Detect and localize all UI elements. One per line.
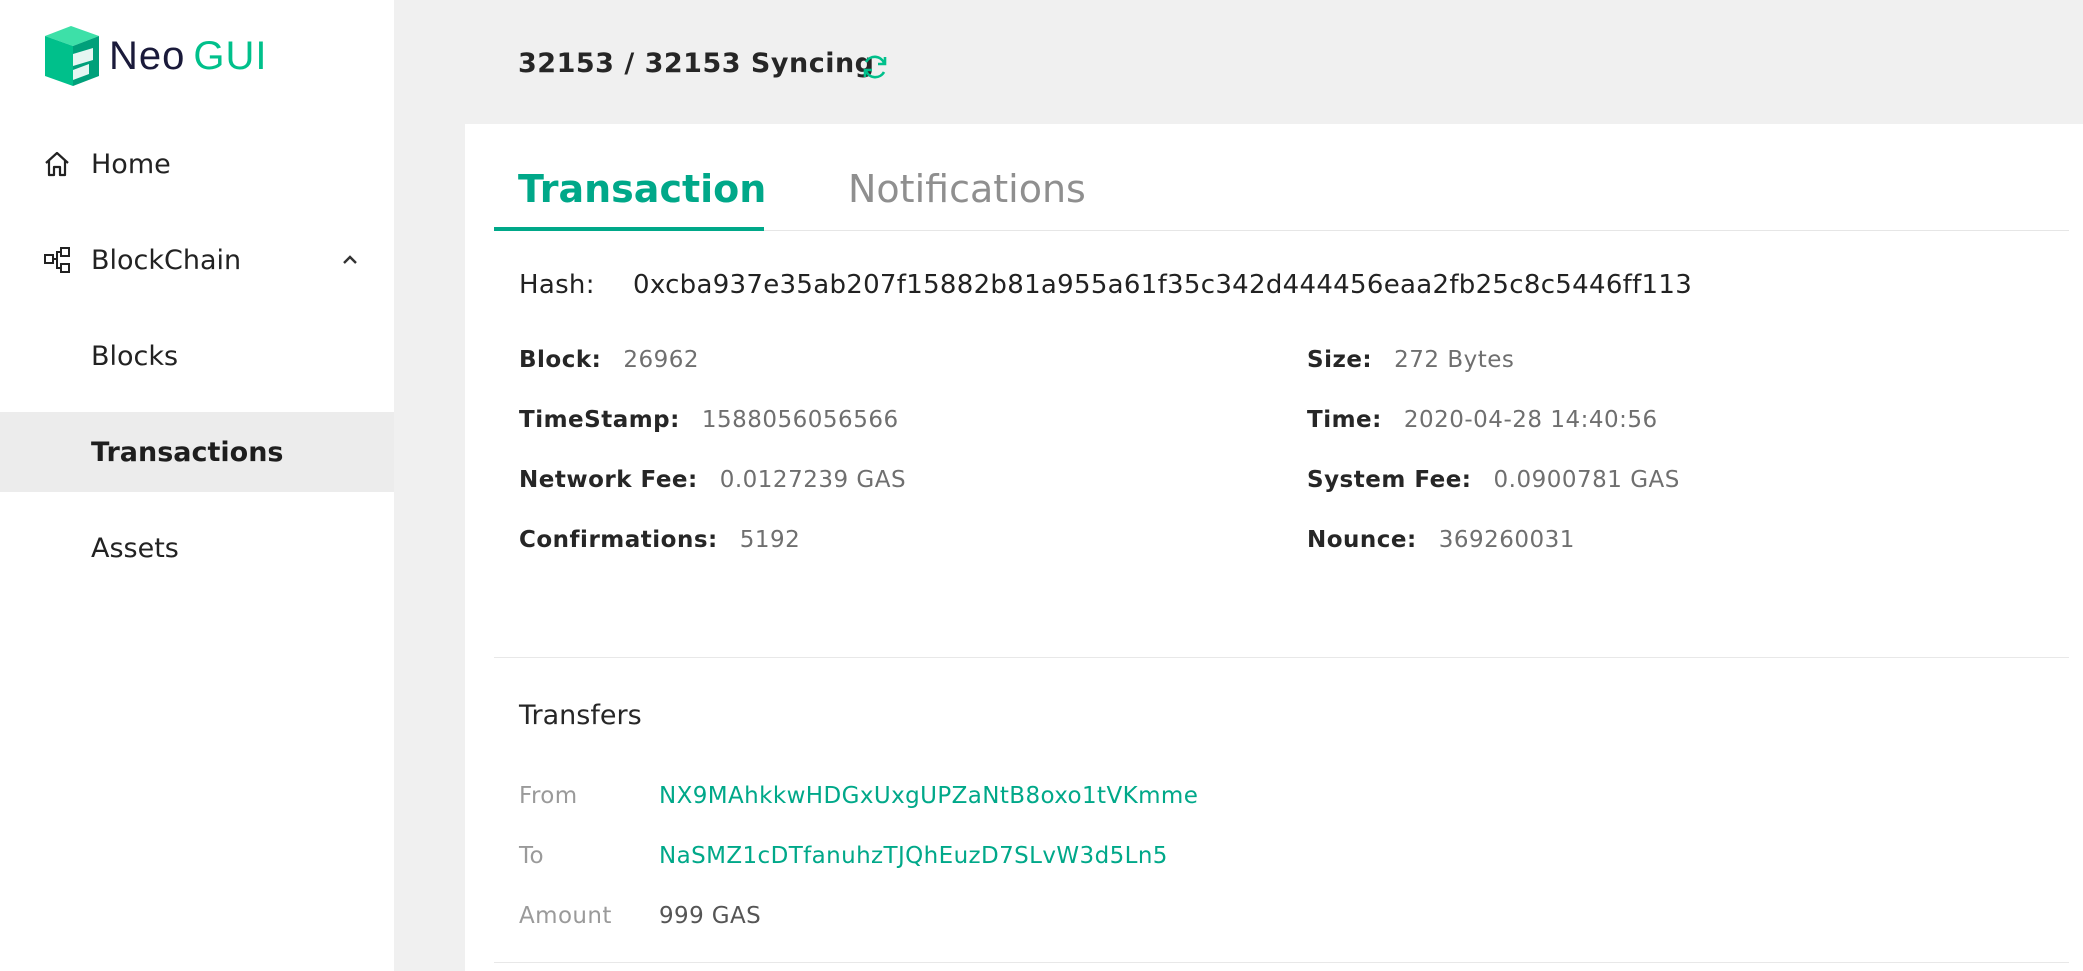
sidebar-item-label: Blocks [91, 340, 179, 372]
top-bar: 32153 / 32153 Syncing [394, 0, 2083, 124]
sidebar-item-blockchain[interactable]: BlockChain [0, 220, 394, 300]
hash-label: Hash: [519, 270, 595, 300]
sidebar-item-transactions[interactable]: Transactions [0, 412, 394, 492]
sync-icon[interactable] [859, 51, 891, 83]
transfer-to-row: To NaSMZ1cDTfanuhzTJQhEuzD7SLvW3d5Ln5 [519, 843, 1168, 869]
field-value: 0.0900781 GAS [1493, 467, 1680, 493]
field-network-fee: Network Fee: 0.0127239 GAS [519, 467, 906, 493]
transfers-title: Transfers [519, 700, 642, 731]
section-divider [494, 962, 2069, 963]
field-confirmations: Confirmations: 5192 [519, 527, 800, 553]
hash-value: 0xcba937e35ab207f15882b81a955a61f35c342d… [633, 270, 1693, 300]
field-value: 0.0127239 GAS [719, 467, 907, 493]
field-size: Size: 272 Bytes [1307, 347, 1514, 373]
field-timestamp: TimeStamp: 1588056056566 [519, 407, 899, 433]
transfer-from-label: From [519, 783, 578, 809]
field-label: Confirmations: [519, 527, 718, 553]
sidebar-item-label: BlockChain [91, 244, 242, 276]
field-label: System Fee: [1307, 467, 1472, 493]
home-icon [45, 151, 69, 177]
field-value: 1588056056566 [701, 407, 899, 433]
sidebar-item-blocks[interactable]: Blocks [0, 316, 394, 396]
transfer-amount-label: Amount [519, 903, 612, 929]
blockchain-icon [44, 247, 70, 273]
transfer-amount-value: 999 GAS [659, 903, 762, 929]
field-system-fee: System Fee: 0.0900781 GAS [1307, 467, 1680, 493]
sidebar: Neo GUI Home BlockChain Blocks Transactio… [0, 0, 394, 971]
field-time: Time: 2020-04-28 14:40:56 [1307, 407, 1658, 433]
field-block: Block: 26962 [519, 347, 699, 373]
section-divider [494, 657, 2069, 658]
hash-row: Hash: 0xcba937e35ab207f15882b81a955a61f35… [519, 270, 1692, 300]
chevron-up-icon[interactable] [338, 248, 362, 272]
field-value: 26962 [623, 347, 700, 373]
field-nounce: Nounce: 369260031 [1307, 527, 1575, 553]
sidebar-item-home[interactable]: Home [0, 124, 394, 204]
transaction-detail-panel: Transaction Notifications Hash: 0xcba937e… [465, 124, 2083, 971]
tab-bar: Transaction Notifications [494, 124, 2069, 231]
app-logo[interactable]: Neo GUI [43, 24, 268, 88]
tab-notifications[interactable]: Notifications [824, 164, 1110, 231]
sidebar-item-label: Transactions [91, 436, 284, 468]
field-value: 5192 [739, 527, 801, 553]
transfer-from-row: From NX9MAhkkwHDGxUxgUPZaNtB8oxo1tVKmme [519, 783, 1198, 809]
sync-status: 32153 / 32153 Syncing [518, 48, 875, 79]
logo-text-gui: GUI [193, 33, 268, 78]
field-label: Block: [519, 347, 602, 373]
field-value: 272 Bytes [1394, 347, 1515, 373]
sidebar-item-label: Home [91, 148, 171, 180]
field-label: Time: [1307, 407, 1382, 433]
field-value: 2020-04-28 14:40:56 [1403, 407, 1658, 433]
field-label: TimeStamp: [519, 407, 680, 433]
transfer-from-address-link[interactable]: NX9MAhkkwHDGxUxgUPZaNtB8oxo1tVKmme [659, 783, 1198, 809]
field-label: Nounce: [1307, 527, 1417, 553]
neo-logo-icon [45, 26, 99, 86]
field-value: 369260031 [1438, 527, 1575, 553]
logo-text-neo: Neo [109, 33, 186, 78]
sidebar-item-label: Assets [91, 532, 179, 564]
sidebar-item-assets[interactable]: Assets [0, 508, 394, 588]
tab-transaction[interactable]: Transaction [494, 164, 766, 231]
field-label: Network Fee: [519, 467, 698, 493]
field-label: Size: [1307, 347, 1373, 373]
transfer-to-label: To [519, 843, 545, 869]
transfer-to-address-link[interactable]: NaSMZ1cDTfanuhzTJQhEuzD7SLvW3d5Ln5 [659, 843, 1168, 869]
transfer-amount-row: Amount 999 GAS [519, 903, 761, 929]
